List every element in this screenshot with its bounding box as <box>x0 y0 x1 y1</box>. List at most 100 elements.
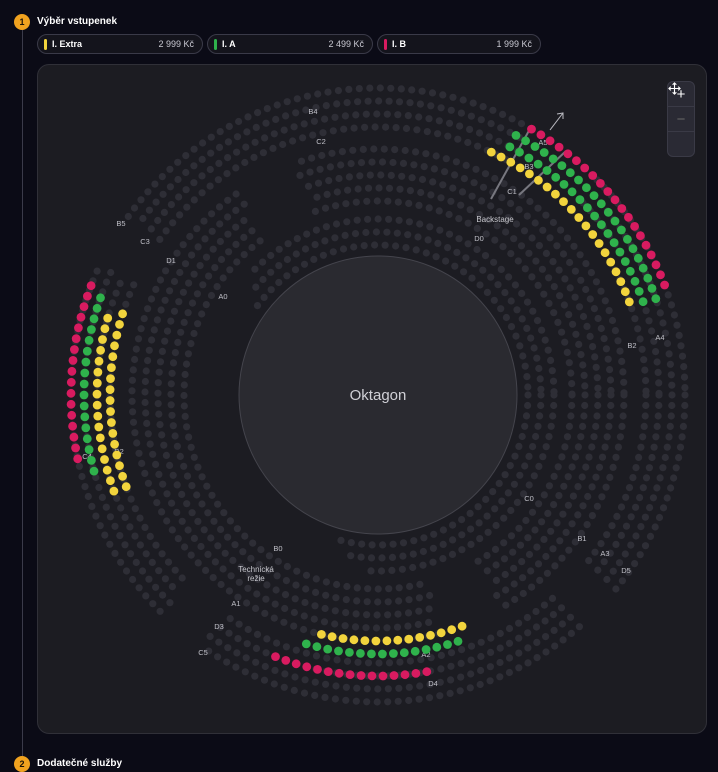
seat-available[interactable] <box>624 297 634 307</box>
seat-available[interactable] <box>86 281 96 291</box>
seat-available[interactable] <box>623 234 632 244</box>
move-icon[interactable] <box>668 82 694 156</box>
seat-available[interactable] <box>486 147 496 157</box>
seat-available[interactable] <box>367 649 376 659</box>
seat-available[interactable] <box>80 368 90 378</box>
seat-available[interactable] <box>84 335 94 345</box>
seat-available[interactable] <box>609 238 619 248</box>
seat-available[interactable] <box>106 407 115 416</box>
seat-available[interactable] <box>610 195 620 205</box>
seat-available[interactable] <box>108 429 118 438</box>
seat-available[interactable] <box>534 175 543 185</box>
seat-available[interactable] <box>620 257 630 266</box>
seat-available[interactable] <box>323 667 333 676</box>
seat-available[interactable] <box>633 253 643 263</box>
seat-available[interactable] <box>95 433 105 443</box>
seat-available[interactable] <box>82 346 92 356</box>
seat-available[interactable] <box>76 312 86 322</box>
seat-available[interactable] <box>628 244 638 254</box>
seat-map-canvas[interactable]: Oktagon Backstage Technická režie A0 B0 C0… <box>38 65 706 733</box>
seat-available[interactable] <box>301 639 311 649</box>
seat-available[interactable] <box>525 169 534 179</box>
seat-available[interactable] <box>73 454 83 464</box>
seat-available[interactable] <box>404 634 414 644</box>
seat-available[interactable] <box>97 444 107 454</box>
seat-available[interactable] <box>567 187 577 197</box>
seat-available[interactable] <box>583 203 592 213</box>
seat-available[interactable] <box>100 324 110 334</box>
seat-available[interactable] <box>71 334 81 343</box>
seat-available[interactable] <box>66 388 76 398</box>
seat-available[interactable] <box>600 248 610 258</box>
seat-available[interactable] <box>551 189 560 199</box>
seat-available[interactable] <box>68 356 78 365</box>
seat-available[interactable] <box>590 211 599 221</box>
seat-available[interactable] <box>67 366 77 376</box>
seat-available[interactable] <box>603 187 613 196</box>
seat-available[interactable] <box>109 486 119 496</box>
seat-available[interactable] <box>74 323 83 333</box>
seat-available[interactable] <box>69 432 79 442</box>
seat-available[interactable] <box>421 645 431 654</box>
seat-available[interactable] <box>378 671 388 681</box>
seat-available[interactable] <box>92 400 102 410</box>
seat-available[interactable] <box>389 649 398 658</box>
seat-available[interactable] <box>527 124 536 134</box>
seat-available[interactable] <box>84 445 94 454</box>
seat-available[interactable] <box>389 671 399 680</box>
seat-available[interactable] <box>121 482 131 492</box>
seat-available[interactable] <box>94 356 104 366</box>
seat-available[interactable] <box>656 270 665 280</box>
seat-available[interactable] <box>102 465 112 475</box>
seat-available[interactable] <box>67 410 77 420</box>
seat-available[interactable] <box>630 276 640 286</box>
seat-available[interactable] <box>349 635 359 645</box>
seat-available[interactable] <box>107 363 116 372</box>
seat-available[interactable] <box>611 267 621 277</box>
seat-available[interactable] <box>647 284 657 293</box>
seat-available[interactable] <box>426 630 435 640</box>
seat-available[interactable] <box>323 644 333 654</box>
seat-available[interactable] <box>581 221 591 231</box>
seat-available[interactable] <box>313 665 322 674</box>
seat-available[interactable] <box>638 263 648 273</box>
seat-available[interactable] <box>545 136 555 146</box>
seat-available[interactable] <box>81 357 91 367</box>
seat-available[interactable] <box>548 154 558 164</box>
seat-available[interactable] <box>505 142 515 152</box>
seat-available[interactable] <box>453 636 463 646</box>
seat-available[interactable] <box>533 159 543 169</box>
seat-available[interactable] <box>93 411 103 421</box>
seat-available[interactable] <box>496 152 506 162</box>
seat-available[interactable] <box>393 635 403 645</box>
seat-available[interactable] <box>80 412 90 422</box>
seat-available[interactable] <box>506 157 516 167</box>
seat-available[interactable] <box>89 466 99 476</box>
seat-available[interactable] <box>83 291 92 301</box>
seat-available[interactable] <box>638 297 648 307</box>
seat-available[interactable] <box>367 671 377 681</box>
seat-available[interactable] <box>70 345 79 354</box>
seat-available[interactable] <box>436 628 446 638</box>
seat-available[interactable] <box>115 461 124 471</box>
seat-available[interactable] <box>575 195 585 205</box>
step-1-title[interactable]: Výběr vstupenek <box>37 16 117 27</box>
seat-available[interactable] <box>603 229 613 238</box>
seat-available[interactable] <box>110 341 119 351</box>
seat-available[interactable] <box>103 313 113 323</box>
seat-available[interactable] <box>281 656 291 665</box>
seat-available[interactable] <box>79 390 89 400</box>
seat-available[interactable] <box>107 418 116 427</box>
seat-available[interactable] <box>610 216 620 226</box>
seat-available[interactable] <box>603 207 613 217</box>
seat-available[interactable] <box>651 260 661 270</box>
seat-available[interactable] <box>624 212 633 222</box>
seat-available[interactable] <box>110 439 119 449</box>
seat-available[interactable] <box>105 385 115 394</box>
step-2-title[interactable]: Dodatečné služby <box>37 758 122 769</box>
seat-available[interactable] <box>92 303 102 313</box>
seat-available[interactable] <box>411 669 421 678</box>
category-pill-a[interactable]: I. A 2 499 Kč <box>207 34 373 54</box>
seat-available[interactable] <box>574 175 583 185</box>
seat-available[interactable] <box>597 220 606 230</box>
